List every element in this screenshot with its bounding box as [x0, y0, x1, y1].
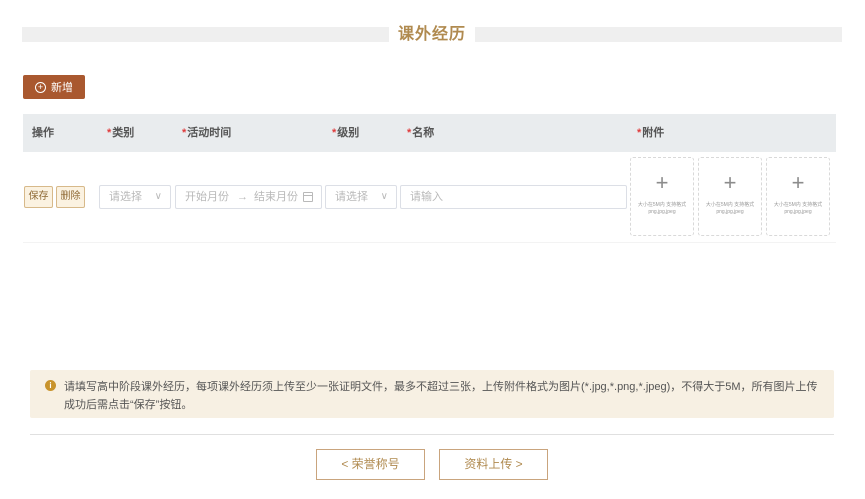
end-month-placeholder: 结束月份	[254, 191, 298, 203]
save-button[interactable]: 保存	[24, 186, 53, 208]
add-button-label: 新增	[51, 82, 73, 94]
plus-circle-icon: +	[35, 81, 46, 93]
footer-divider	[30, 434, 834, 435]
header-action: 操作	[32, 127, 54, 139]
required-mark: *	[182, 127, 187, 139]
header-level: *级别	[332, 127, 360, 139]
name-input[interactable]: 请输入	[400, 185, 627, 209]
header-attachment: *附件	[637, 127, 665, 139]
required-mark: *	[407, 127, 412, 139]
row-divider	[23, 242, 836, 243]
notice-text: 请填写高中阶段课外经历，每项课外经历须上传至少一张证明文件，最多不超过三张，上传…	[64, 381, 818, 411]
prev-honor-button[interactable]: < 荣誉称号	[316, 449, 425, 480]
plus-icon: +	[655, 170, 669, 195]
required-mark: *	[332, 127, 337, 139]
chevron-down-icon: ∨	[154, 191, 162, 202]
section-title: 课外经历	[389, 22, 475, 48]
plus-icon: +	[791, 170, 805, 195]
delete-button[interactable]: 删除	[56, 186, 85, 208]
chevron-down-icon: ∨	[380, 191, 388, 202]
upload-hint: 大小在5M内 支持格式 png,jpg,jpeg	[773, 202, 823, 215]
calendar-icon	[303, 192, 313, 202]
upload-hint: 大小在5M内 支持格式 png,jpg,jpeg	[705, 202, 755, 215]
level-select[interactable]: 请选择 ∨	[325, 185, 397, 209]
add-button[interactable]: + 新增	[23, 75, 85, 99]
start-month-placeholder: 开始月份	[185, 191, 229, 203]
header-time: *活动时间	[182, 127, 232, 139]
next-upload-button[interactable]: 资料上传 >	[439, 449, 548, 480]
upload-box[interactable]: + 大小在5M内 支持格式 png,jpg,jpeg	[698, 157, 762, 236]
upload-hint: 大小在5M内 支持格式 png,jpg,jpeg	[637, 202, 687, 215]
header-name: *名称	[407, 127, 435, 139]
category-select[interactable]: 请选择 ∨	[99, 185, 171, 209]
level-select-placeholder: 请选择	[335, 191, 368, 203]
upload-box[interactable]: + 大小在5M内 支持格式 png,jpg,jpeg	[630, 157, 694, 236]
info-icon: i	[45, 380, 56, 391]
table-header: 操作 *类别 *活动时间 *级别 *名称 *附件	[23, 114, 836, 152]
date-range-picker[interactable]: 开始月份 → 结束月份	[175, 185, 322, 209]
category-select-placeholder: 请选择	[109, 191, 142, 203]
upload-box[interactable]: + 大小在5M内 支持格式 png,jpg,jpeg	[766, 157, 830, 236]
plus-icon: +	[723, 170, 737, 195]
header-category: *类别	[107, 127, 135, 139]
required-mark: *	[107, 127, 112, 139]
range-arrow-icon: →	[237, 191, 248, 203]
required-mark: *	[637, 127, 642, 139]
notice-box: i 请填写高中阶段课外经历，每项课外经历须上传至少一张证明文件，最多不超过三张，…	[30, 370, 834, 418]
